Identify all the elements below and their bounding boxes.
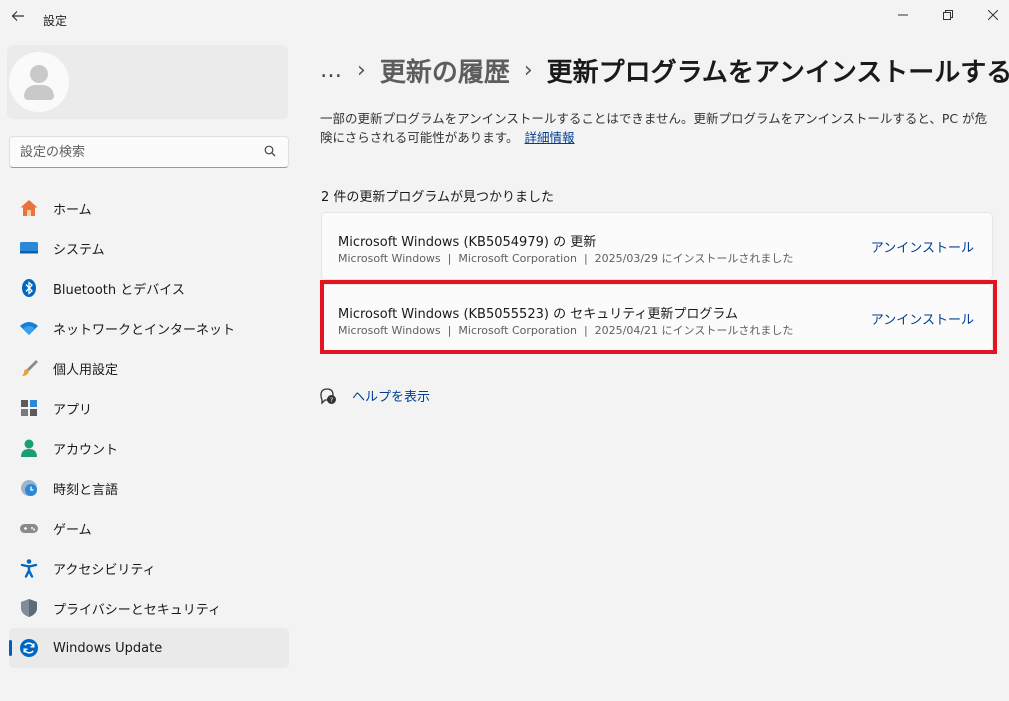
meta-separator: | xyxy=(583,252,588,265)
gamepad-icon xyxy=(19,518,39,538)
highlight-box xyxy=(320,280,997,354)
brush-icon xyxy=(19,358,39,378)
help-section: ? ヘルプを表示 xyxy=(319,386,430,405)
close-button[interactable] xyxy=(970,0,1009,30)
update-publisher: Microsoft Corporation xyxy=(458,252,577,265)
help-icon: ? xyxy=(320,387,336,405)
search-icon[interactable] xyxy=(264,145,276,157)
sidebar-item-windows-update[interactable]: Windows Update xyxy=(9,628,289,668)
minimize-button[interactable] xyxy=(880,0,926,30)
home-icon xyxy=(19,198,39,218)
svg-text:?: ? xyxy=(330,396,333,404)
sidebar-item-time-language[interactable]: 時刻と言語 xyxy=(9,468,289,508)
sidebar-item-accounts[interactable]: アカウント xyxy=(9,428,289,468)
breadcrumb-more-button[interactable]: … xyxy=(320,58,343,83)
sidebar-nav: ホーム システム Bluetooth とデバイス ネットワークとインターネット … xyxy=(9,188,289,668)
learn-more-link[interactable]: 詳細情報 xyxy=(525,130,575,145)
description-text: 一部の更新プログラムをアンインストールすることはできません。更新プログラムをアン… xyxy=(320,111,988,145)
sidebar-item-label: アカウント xyxy=(53,442,119,458)
accessibility-icon xyxy=(19,558,39,578)
sidebar-item-home[interactable]: ホーム xyxy=(9,188,289,228)
sidebar-item-label: 個人用設定 xyxy=(53,362,119,378)
sidebar-item-accessibility[interactable]: アクセシビリティ xyxy=(9,548,289,588)
sidebar-item-apps[interactable]: アプリ xyxy=(9,388,289,428)
restore-button[interactable] xyxy=(925,0,971,30)
breadcrumb-parent-link[interactable]: 更新の履歴 xyxy=(380,52,510,89)
time-language-icon xyxy=(19,478,39,498)
avatar xyxy=(9,52,69,112)
page-title: 更新プログラムをアンインストールする xyxy=(546,57,1009,88)
meta-separator: | xyxy=(447,252,452,265)
sidebar-item-label: システム xyxy=(53,242,105,258)
breadcrumb-separator: › xyxy=(523,57,533,83)
shield-icon xyxy=(19,598,39,618)
sidebar-item-label: プライバシーとセキュリティ xyxy=(53,602,221,618)
update-meta: Microsoft Windows | Microsoft Corporation |… xyxy=(338,250,793,266)
sidebar-item-label: アクセシビリティ xyxy=(53,562,156,578)
user-profile-card[interactable] xyxy=(7,45,288,119)
app-title: 設定 xyxy=(43,14,68,28)
sidebar-item-label: Bluetooth とデバイス xyxy=(53,282,185,298)
sidebar-item-label: ゲーム xyxy=(53,522,92,538)
search-input[interactable] xyxy=(20,143,250,161)
account-icon xyxy=(19,438,39,458)
sidebar-item-label: アプリ xyxy=(53,402,93,418)
sidebar-item-label: ホーム xyxy=(53,202,92,218)
uninstall-description: 一部の更新プログラムをアンインストールすることはできません。更新プログラムをアン… xyxy=(320,109,992,147)
breadcrumb-separator: › xyxy=(357,57,366,83)
wifi-icon xyxy=(19,318,39,338)
system-icon xyxy=(19,238,39,258)
uninstall-button[interactable]: アンインストール xyxy=(871,237,974,256)
sidebar-item-system[interactable]: システム xyxy=(9,228,289,268)
windows-update-icon xyxy=(19,638,39,658)
breadcrumb: … › 更新の履歴 › 更新プログラムをアンインストールする xyxy=(320,50,1009,90)
sidebar-item-privacy[interactable]: プライバシーとセキュリティ xyxy=(9,588,289,628)
sidebar-item-network[interactable]: ネットワークとインターネット xyxy=(9,308,289,348)
bluetooth-icon xyxy=(19,278,39,298)
update-count: 2 件の更新プログラムが見つかりました xyxy=(321,190,555,205)
sidebar-item-bluetooth[interactable]: Bluetooth とデバイス xyxy=(9,268,289,308)
update-name: Microsoft Windows (KB5054979) の 更新 xyxy=(338,235,597,250)
sidebar-item-gaming[interactable]: ゲーム xyxy=(9,508,289,548)
apps-icon xyxy=(19,398,39,418)
update-row: Microsoft Windows (KB5054979) の 更新 Micro… xyxy=(321,212,993,280)
back-arrow-icon[interactable] xyxy=(8,8,28,28)
title-bar: 設定 xyxy=(0,0,1009,40)
sidebar-item-label: Windows Update xyxy=(53,640,163,656)
get-help-link[interactable]: ヘルプを表示 xyxy=(352,386,430,405)
sidebar-item-personalization[interactable]: 個人用設定 xyxy=(9,348,289,388)
active-indicator xyxy=(9,640,12,656)
update-product: Microsoft Windows xyxy=(338,252,441,265)
sidebar-item-label: ネットワークとインターネット xyxy=(53,322,236,338)
settings-search[interactable] xyxy=(9,136,289,168)
update-install-date: 2025/03/29 にインストールされました xyxy=(594,252,794,265)
sidebar-item-label: 時刻と言語 xyxy=(53,482,119,498)
